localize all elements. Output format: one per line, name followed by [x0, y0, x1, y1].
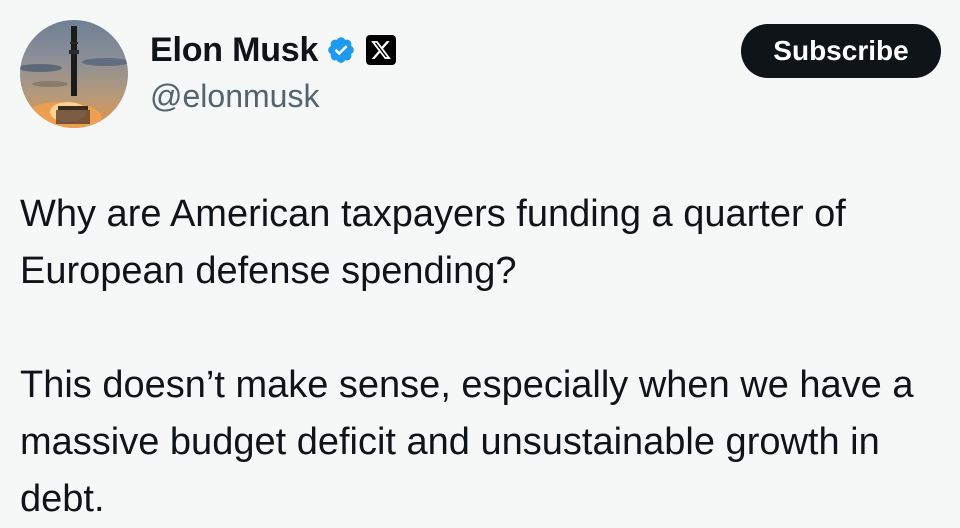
- tweet-paragraph: This doesn’t make sense, especially when…: [20, 364, 914, 520]
- author-name-row: Elon Musk: [150, 28, 397, 72]
- rocket-avatar-icon: [20, 26, 128, 128]
- author-handle[interactable]: @elonmusk: [150, 76, 319, 116]
- avatar[interactable]: [20, 20, 128, 128]
- subscribe-button[interactable]: Subscribe: [741, 24, 941, 78]
- tweet-paragraph: Why are American taxpayers funding a qua…: [20, 193, 846, 292]
- author-display-name[interactable]: Elon Musk: [150, 28, 318, 72]
- tweet-body: Why are American taxpayers funding a qua…: [20, 186, 950, 528]
- verified-badge-icon[interactable]: [326, 35, 356, 65]
- x-logo-icon[interactable]: [366, 35, 397, 65]
- tweet-card: Elon Musk @elonmusk Subscribe Why are Am…: [0, 0, 960, 520]
